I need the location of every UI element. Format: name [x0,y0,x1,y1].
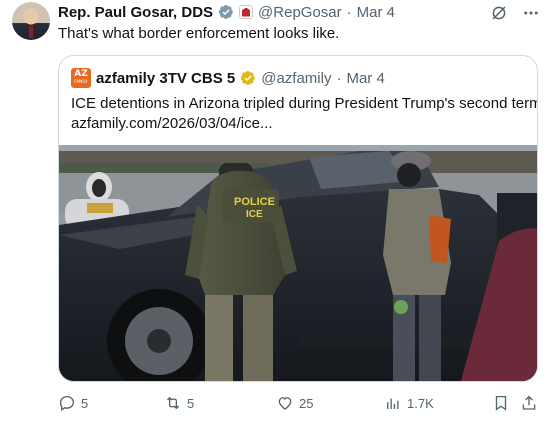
quoted-media-image[interactable]: POLICE ICE [59,145,537,381]
quoted-tweet[interactable]: AZ FAMILY azfamily 3TV CBS 5 @azfamily ·… [58,55,538,382]
tweet-text: That's what border enforcement looks lik… [58,25,340,42]
repost-button[interactable]: 5 [164,394,194,412]
reply-button[interactable]: 5 [58,394,88,412]
top-icons [490,4,540,22]
share-button[interactable] [520,394,538,412]
share-icon [522,395,536,410]
quoted-avatar[interactable]: AZ FAMILY [71,68,91,88]
bookmark-icon [495,395,507,411]
separator-dot: · [346,3,352,21]
quoted-avatar-logo: AZ [74,69,88,79]
flag-badge-icon [239,5,254,19]
author-name[interactable]: Rep. Paul Gosar, DDS [58,4,213,21]
grok-icon[interactable] [490,4,508,22]
action-bar: 5 5 25 1.7K [58,394,538,414]
quoted-avatar-logo-sub: FAMILY [74,79,88,84]
vest-label-line1: POLICE [234,196,275,208]
avatar[interactable] [12,2,50,40]
quoted-date[interactable]: Mar 4 [346,70,384,87]
quoted-tweet-text: ICE detentions in Arizona tripled during… [71,94,538,134]
quoted-headline: ICE detentions in Arizona tripled during… [71,95,538,112]
author-handle[interactable]: @RepGosar [258,4,342,21]
like-button[interactable]: 25 [276,394,313,412]
verified-gold-badge-icon [241,71,256,85]
vest-label-line2: ICE [246,209,263,220]
bookmark-button[interactable] [492,394,510,412]
more-icon[interactable] [522,4,540,22]
quoted-link[interactable]: azfamily.com/2026/03/04/ice... [71,114,537,134]
like-icon [278,397,292,410]
reply-count: 5 [81,395,89,411]
quoted-tweet-header: AZ FAMILY azfamily 3TV CBS 5 @azfamily ·… [71,68,385,88]
verified-badge-icon [218,5,233,19]
views-button[interactable]: 1.7K [384,394,434,412]
reply-icon [59,395,75,411]
repost-count: 5 [187,395,195,411]
quoted-author-name[interactable]: azfamily 3TV CBS 5 [96,70,235,87]
like-count: 25 [299,395,314,411]
views-icon [387,398,399,409]
tweet-header: Rep. Paul Gosar, DDS @RepGosar · Mar 4 [58,3,395,21]
repost-icon [166,396,180,410]
tweet[interactable]: Rep. Paul Gosar, DDS @RepGosar · Mar 4 T… [0,0,550,422]
tweet-date[interactable]: Mar 4 [357,4,395,21]
quoted-author-handle[interactable]: @azfamily [261,70,331,87]
quoted-separator-dot: · [336,69,342,87]
views-count: 1.7K [407,395,434,411]
